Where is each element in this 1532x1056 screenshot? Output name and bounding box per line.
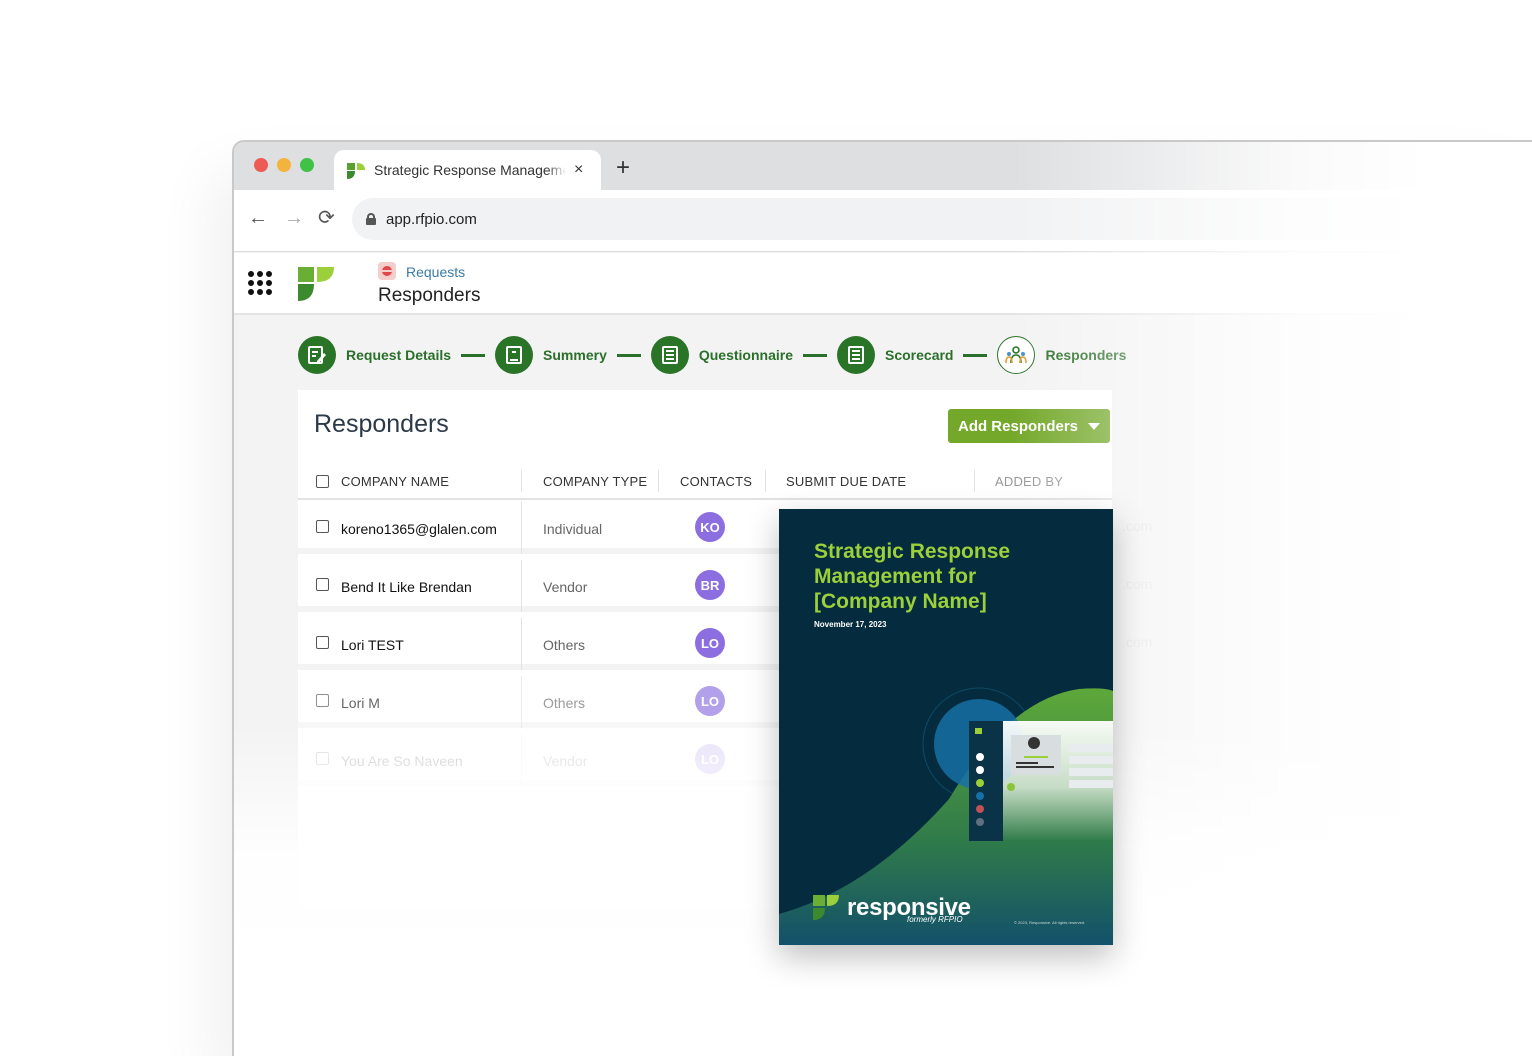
- page-title: Responders: [378, 285, 481, 306]
- cover-date: November 17, 2023: [814, 620, 887, 629]
- row-checkbox[interactable]: [316, 520, 329, 533]
- requests-icon: [378, 262, 396, 280]
- row-checkbox[interactable]: [316, 752, 329, 765]
- column-divider: [521, 676, 522, 728]
- new-tab-button[interactable]: +: [616, 156, 630, 180]
- reload-icon[interactable]: ⟳: [318, 208, 335, 228]
- responsive-logo-icon: [813, 895, 839, 920]
- column-contacts[interactable]: CONTACTS: [680, 474, 752, 489]
- company-type: Others: [543, 637, 586, 653]
- contact-avatar[interactable]: BR: [695, 570, 725, 600]
- column-company-type[interactable]: COMPANY TYPE: [543, 474, 647, 489]
- step-questionnaire[interactable]: Questionnaire: [650, 336, 793, 374]
- edit-document-icon: [298, 336, 336, 374]
- step-responders[interactable]: Responders: [997, 336, 1126, 374]
- company-type: Vendor: [543, 753, 588, 769]
- column-divider: [521, 734, 522, 786]
- step-connector: [963, 353, 988, 357]
- column-added-by[interactable]: ADDED BY: [995, 474, 1063, 489]
- step-connector: [803, 353, 827, 357]
- column-divider: [521, 502, 522, 554]
- responsive-logo-icon[interactable]: [298, 265, 334, 301]
- step-connector: [461, 353, 486, 357]
- company-type: Vendor: [543, 579, 588, 595]
- step-scorecard[interactable]: Scorecard: [837, 336, 953, 374]
- contact-avatar[interactable]: KO: [695, 512, 725, 542]
- cover-title: Strategic Response Management for [Compa…: [814, 540, 1011, 613]
- company-name: koreno1365@glalen.com: [341, 521, 497, 537]
- column-divider: [521, 618, 522, 670]
- progress-stepper: Request Details Summery Questionnaire Sc…: [298, 336, 1126, 374]
- step-label: Questionnaire: [698, 347, 793, 363]
- column-divider: [765, 470, 766, 492]
- browser-toolbar: ← → ⟳ app.rfpio.com ⇪ ☆: [234, 190, 1532, 252]
- forward-arrow-icon[interactable]: →: [284, 208, 304, 228]
- breadcrumb-requests-link[interactable]: Requests: [406, 264, 465, 280]
- step-summery[interactable]: Summery: [495, 336, 607, 374]
- back-arrow-icon[interactable]: ←: [248, 208, 268, 228]
- list-document-icon: [837, 336, 875, 374]
- contact-avatar[interactable]: LO: [695, 744, 725, 774]
- step-label: Scorecard: [885, 347, 954, 363]
- address-bar[interactable]: app.rfpio.com ⇪ ☆: [352, 198, 1532, 240]
- add-responders-button[interactable]: Add Responders: [948, 409, 1110, 443]
- column-divider: [658, 470, 659, 492]
- ghost-email-text: .com: [1122, 576, 1153, 592]
- maximize-window-button[interactable]: [300, 158, 314, 172]
- share-icon[interactable]: ⇪: [1444, 210, 1457, 230]
- row-checkbox[interactable]: [316, 694, 329, 707]
- contact-avatar[interactable]: LO: [695, 628, 725, 658]
- report-cover[interactable]: Strategic Response Management for [Compa…: [779, 509, 1113, 945]
- column-divider: [521, 560, 522, 612]
- step-label: Summery: [543, 347, 607, 363]
- company-type: Others: [543, 695, 586, 711]
- column-divider: [974, 470, 975, 492]
- lock-icon: [366, 213, 376, 225]
- tab-title: Strategic Response Management: [374, 162, 566, 178]
- table-header: COMPANY NAME COMPANY TYPE CONTACTS SUBMI…: [298, 462, 1112, 500]
- ghost-email-text: .com: [1122, 518, 1153, 534]
- list-document-icon: [650, 336, 689, 374]
- browser-tab[interactable]: Strategic Response Management ×: [334, 150, 601, 190]
- step-request-details[interactable]: Request Details: [298, 336, 451, 374]
- add-responders-label: Add Responders: [957, 417, 1078, 435]
- select-all-checkbox[interactable]: [316, 475, 329, 488]
- tab-bar: Strategic Response Management × +: [234, 142, 1532, 190]
- company-name: Bend It Like Brendan: [341, 579, 472, 595]
- section-title: Responders: [314, 410, 449, 438]
- minimize-window-button[interactable]: [277, 158, 291, 172]
- row-checkbox[interactable]: [316, 578, 329, 591]
- company-name: Lori M: [341, 695, 380, 711]
- caret-down-icon: [1088, 422, 1100, 430]
- column-divider: [521, 470, 522, 492]
- cover-copyright: © 2023, Responsive. All rights reserved.: [1014, 920, 1086, 925]
- tab-close-icon[interactable]: ×: [574, 162, 583, 178]
- window-controls: [254, 158, 314, 172]
- bookmark-star-icon[interactable]: ☆: [1478, 210, 1492, 230]
- company-name: Lori TEST: [341, 637, 404, 653]
- url-text: app.rfpio.com: [386, 210, 477, 228]
- responsive-favicon-icon: [347, 163, 365, 179]
- step-label: Responders: [1045, 347, 1127, 363]
- row-checkbox[interactable]: [316, 636, 329, 649]
- column-company-name[interactable]: COMPANY NAME: [341, 474, 449, 489]
- step-connector: [616, 353, 641, 357]
- app-launcher-icon[interactable]: [248, 271, 272, 295]
- stage: Strategic Response Management × + ← → ⟳ …: [0, 0, 1532, 1056]
- app-header: Requests Responders: [234, 253, 1532, 315]
- close-window-button[interactable]: [254, 158, 268, 172]
- step-label: Request Details: [346, 347, 452, 363]
- contact-avatar[interactable]: LO: [695, 686, 725, 716]
- cover-brand-subtitle: formerly RFPIO: [907, 915, 963, 924]
- ghost-email-text: .com: [1122, 634, 1153, 650]
- company-type: Individual: [543, 521, 603, 537]
- summary-document-icon: [495, 336, 534, 374]
- column-submit-due-date[interactable]: SUBMIT DUE DATE: [786, 474, 906, 489]
- company-name: You Are So Naveen: [341, 753, 463, 769]
- people-icon: [997, 336, 1036, 374]
